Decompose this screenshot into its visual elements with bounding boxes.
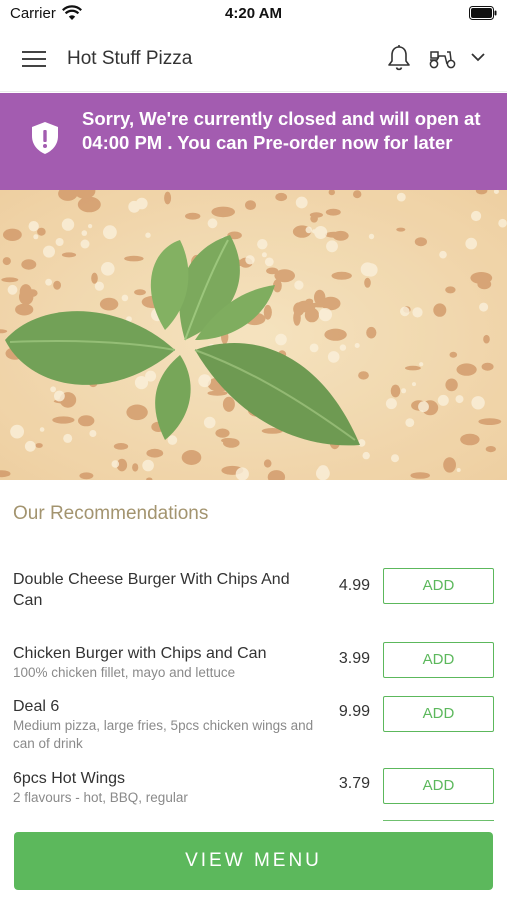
add-to-cart-button[interactable]: ADD [383, 696, 494, 732]
add-to-cart-button[interactable]: ADD [383, 642, 494, 678]
app-header: Hot Stuff Pizza [0, 28, 507, 92]
add-to-cart-button[interactable]: ADD [383, 768, 494, 804]
item-name: Double Cheese Burger With Chips And Can [13, 571, 290, 609]
delivery-scooter-icon[interactable] [427, 46, 457, 70]
item-description: 100% chicken fillet, mayo and lettuce [13, 665, 236, 680]
bell-icon[interactable] [386, 44, 412, 72]
recommendations-title: Our Recommendations [13, 503, 209, 524]
chevron-down-icon[interactable] [470, 50, 486, 64]
hamburger-menu-icon[interactable] [22, 50, 46, 68]
item-name: 6pcs Hot Wings [13, 770, 126, 787]
closed-notice-text: Sorry, We're currently closed and will o… [82, 108, 481, 153]
view-menu-button[interactable]: VIEW MENU [14, 832, 493, 890]
next-add-button-edge [383, 820, 494, 824]
status-time: 4:20 AM [225, 5, 282, 22]
item-name: Chicken Burger with Chips and Can [13, 645, 267, 662]
item-price: 4.99 [338, 577, 370, 594]
item-price: 3.79 [338, 775, 370, 792]
restaurant-title: Hot Stuff Pizza [67, 48, 193, 69]
status-bar: Carrier 4:20 AM [0, 0, 507, 28]
hero-pizza-image [0, 190, 507, 480]
item-description: 2 flavours - hot, BBQ, regular [13, 790, 188, 805]
closed-notice-banner: Sorry, We're currently closed and will o… [0, 93, 507, 190]
item-price: 3.99 [338, 650, 370, 667]
shield-alert-icon [32, 122, 58, 154]
item-price: 9.99 [338, 703, 370, 720]
add-to-cart-button[interactable]: ADD [383, 568, 494, 604]
battery-icon [469, 6, 497, 20]
item-name: Deal 6 [13, 698, 60, 715]
item-description: Medium pizza, large fries, 5pcs chicken … [13, 718, 314, 751]
